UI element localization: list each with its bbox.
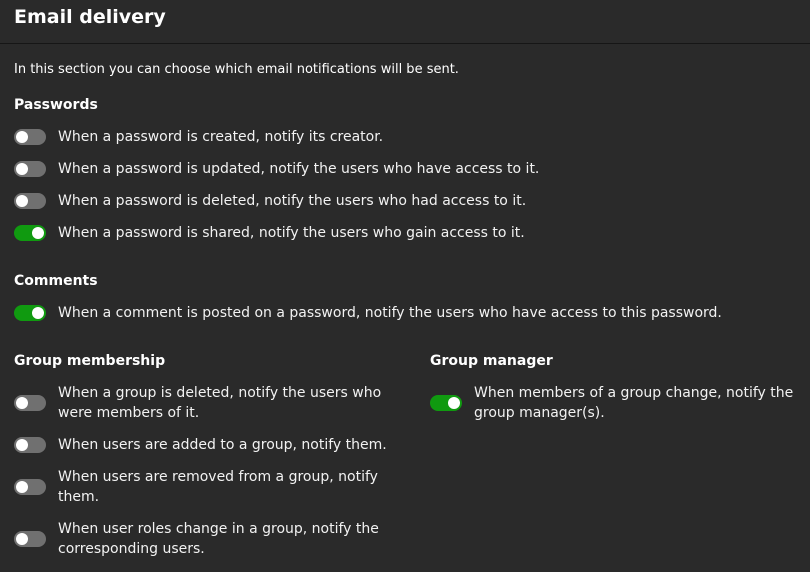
setting-label: When users are removed from a group, not… xyxy=(58,469,378,505)
setting-group-deleted: When a group is deleted, notify the user… xyxy=(14,383,394,423)
setting-label: When user roles change in a group, notif… xyxy=(58,521,379,557)
setting-password-updated: When a password is updated, notify the u… xyxy=(14,159,794,179)
setting-label: When a password is created, notify its c… xyxy=(58,129,384,145)
setting-label: When members of a group change, notify t… xyxy=(474,385,794,421)
toggle-users-removed[interactable] xyxy=(14,479,46,495)
toggle-knob xyxy=(16,481,28,493)
toggle-knob xyxy=(32,227,44,239)
setting-label: When a password is deleted, notify the u… xyxy=(58,193,527,209)
setting-label: When a password is updated, notify the u… xyxy=(58,161,540,177)
setting-label: When a password is shared, notify the us… xyxy=(58,225,525,241)
setting-comment-posted: When a comment is posted on a password, … xyxy=(14,303,794,323)
toggle-password-deleted[interactable] xyxy=(14,193,46,209)
setting-label: When users are added to a group, notify … xyxy=(58,437,387,453)
toggle-group-deleted[interactable] xyxy=(14,395,46,411)
toggle-password-updated[interactable] xyxy=(14,161,46,177)
toggle-members-changed[interactable] xyxy=(430,395,462,411)
toggle-knob xyxy=(16,131,28,143)
toggle-knob xyxy=(16,533,28,545)
setting-password-deleted: When a password is deleted, notify the u… xyxy=(14,191,794,211)
page-header: Email delivery xyxy=(0,0,810,44)
toggle-users-added[interactable] xyxy=(14,437,46,453)
setting-members-changed: When members of a group change, notify t… xyxy=(430,383,800,423)
toggle-password-created[interactable] xyxy=(14,129,46,145)
section-title-group-membership: Group membership xyxy=(14,353,166,369)
toggle-roles-changed[interactable] xyxy=(14,531,46,547)
toggle-knob xyxy=(16,195,28,207)
section-title-group-manager: Group manager xyxy=(430,353,553,369)
setting-label: When a group is deleted, notify the user… xyxy=(58,385,382,421)
toggle-knob xyxy=(16,397,28,409)
toggle-knob xyxy=(32,307,44,319)
section-title-passwords: Passwords xyxy=(14,97,98,113)
toggle-comment-posted[interactable] xyxy=(14,305,46,321)
setting-password-shared: When a password is shared, notify the us… xyxy=(14,223,794,243)
page-title: Email delivery xyxy=(14,6,166,28)
setting-password-created: When a password is created, notify its c… xyxy=(14,127,794,147)
setting-users-removed: When users are removed from a group, not… xyxy=(14,467,394,507)
toggle-knob xyxy=(16,163,28,175)
section-title-comments: Comments xyxy=(14,273,98,289)
toggle-knob xyxy=(16,439,28,451)
setting-users-added: When users are added to a group, notify … xyxy=(14,435,394,455)
setting-label: When a comment is posted on a password, … xyxy=(58,305,722,321)
toggle-knob xyxy=(448,397,460,409)
intro-text: In this section you can choose which ema… xyxy=(14,62,459,77)
toggle-password-shared[interactable] xyxy=(14,225,46,241)
setting-roles-changed: When user roles change in a group, notif… xyxy=(14,519,394,559)
